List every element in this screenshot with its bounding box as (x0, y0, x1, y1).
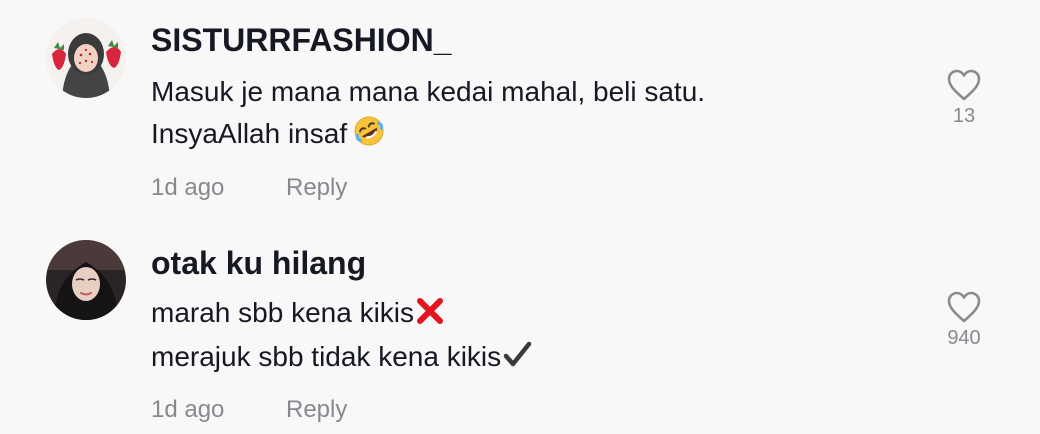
comment-username[interactable]: otak ku hilang (151, 243, 366, 283)
comment-timestamp: 1d ago (151, 396, 225, 423)
comment-text: marah sbb kena kikis (151, 297, 415, 328)
comment-meta: 1d ago Reply (151, 394, 347, 426)
reply-button[interactable]: Reply (286, 172, 347, 204)
heart-icon (947, 69, 981, 101)
reply-button[interactable]: Reply (286, 394, 347, 426)
comment-meta: 1d ago Reply (151, 172, 347, 204)
rolling-on-floor-laughing-icon (353, 115, 385, 158)
like-button[interactable]: 940 (924, 290, 1004, 350)
comment-text-line: merajuk sbb tidak kena kikis (151, 337, 532, 381)
comment-text-line: marah sbb kena kikis (151, 293, 445, 337)
comment-timestamp: 1d ago (151, 174, 225, 201)
avatar-image (46, 240, 126, 320)
comment-item: otak ku hilang marah sbb kena kikis mera… (0, 217, 1040, 434)
avatar[interactable] (46, 18, 126, 98)
like-count: 13 (952, 105, 976, 127)
comment-text: merajuk sbb tidak kena kikis (151, 341, 502, 372)
comment-text-line: Masuk je mana mana kedai mahal, beli sat… (151, 72, 705, 112)
cross-mark-icon (415, 296, 445, 337)
like-count: 940 (947, 327, 981, 349)
comment-text: InsyaAllah insaf (151, 118, 348, 149)
like-button[interactable]: 13 (924, 68, 1004, 128)
avatar-image (46, 18, 126, 98)
comment-text: Masuk je mana mana kedai mahal, beli sat… (151, 76, 706, 107)
comment-item: SISTURRFASHION_ Masuk je mana mana kedai… (0, 0, 1040, 217)
check-mark-icon (502, 340, 532, 381)
heart-icon (947, 291, 981, 323)
comment-text-line: InsyaAllah insaf (151, 114, 385, 158)
comment-username[interactable]: SISTURRFASHION_ (151, 20, 451, 60)
avatar[interactable] (46, 240, 126, 320)
